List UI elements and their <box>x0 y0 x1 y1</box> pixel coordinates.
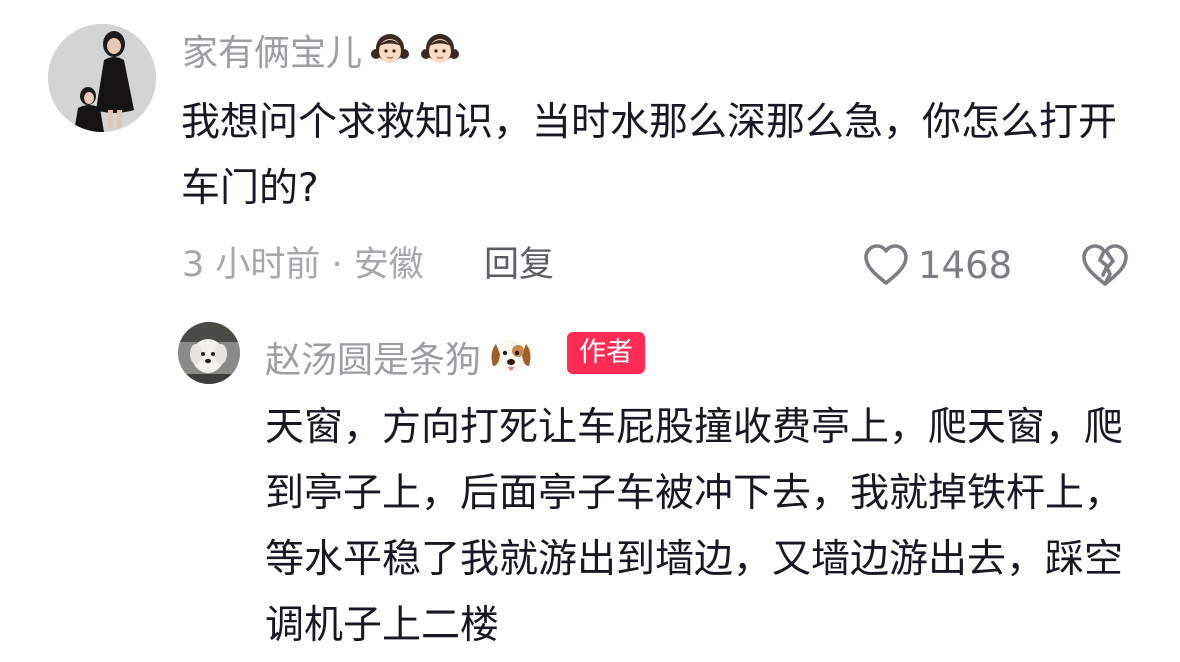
reply-avatar[interactable] <box>178 322 240 384</box>
like-button[interactable]: 1468 <box>862 240 1012 290</box>
reply-button[interactable]: 回复 <box>484 242 554 288</box>
username-text: 赵汤圆是条狗 <box>265 339 482 381</box>
comment-text: 我想问个求救知识，当时水那么深那么急，你怎么打开车门的? <box>181 100 1118 211</box>
comment-thread: 家有俩宝儿 我想问个求救知识，当时水那么深那么急，你怎么打开车门的? 3 小时前… <box>0 0 1180 662</box>
comment-username[interactable]: 家有俩宝儿 <box>182 26 462 81</box>
reply-text: 天窗，方向打死让车屁股撞收费亭上，爬天窗，爬到亭子上，后面亭子车被冲下去，我就掉… <box>265 405 1124 648</box>
dog-face-emoji-icon <box>487 332 535 389</box>
username-text: 家有俩宝儿 <box>182 32 363 74</box>
author-badge: 作者 <box>567 332 645 374</box>
broken-heart-icon <box>1082 244 1128 286</box>
comment-meta: 3 小时前 · 安徽 <box>182 245 424 285</box>
girl-face-emoji-icon <box>418 26 462 81</box>
avatar-photo <box>48 24 156 132</box>
girl-face-emoji-icon <box>368 26 412 81</box>
avatar-photo <box>178 322 240 384</box>
dislike-button[interactable] <box>1080 240 1130 290</box>
avatar[interactable] <box>48 24 156 132</box>
heart-icon <box>864 244 908 285</box>
reply-username[interactable]: 赵汤圆是条狗 <box>265 332 535 389</box>
like-count: 1468 <box>918 243 1013 287</box>
